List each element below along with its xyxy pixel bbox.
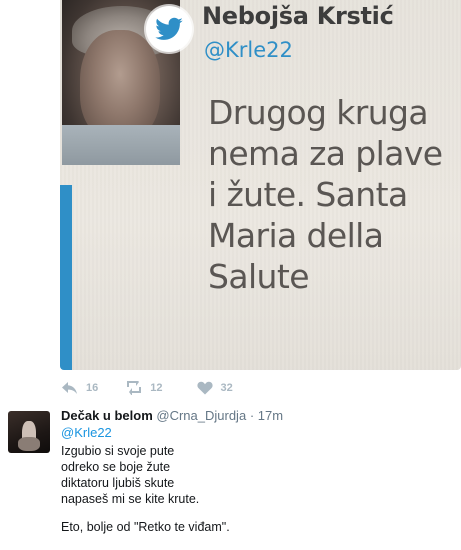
reply-button[interactable]: 16 bbox=[62, 381, 98, 395]
retweet-count: 12 bbox=[150, 382, 163, 394]
reply-text: Izgubio si svoje pute odreko se boje žut… bbox=[61, 443, 199, 507]
printed-line: Salute bbox=[208, 257, 310, 296]
like-count: 32 bbox=[220, 382, 233, 394]
reply-author-name[interactable]: Dečak u belom bbox=[61, 408, 153, 423]
reply-line: diktatoru ljubiš skute bbox=[61, 476, 175, 490]
reply-author-handle[interactable]: @Crna_Djurdja bbox=[156, 408, 246, 423]
printed-line: i žute. Santa bbox=[208, 175, 408, 214]
retweet-icon bbox=[127, 381, 142, 395]
reply-line: napaseš mi se kite krute. bbox=[61, 492, 200, 506]
tweet-photo[interactable]: Nebojša Krstić @Krle22 Drugog kruga nema… bbox=[60, 0, 461, 370]
blue-strip bbox=[60, 185, 72, 370]
reply-line: odreko se boje žute bbox=[61, 460, 171, 474]
avatar[interactable] bbox=[8, 411, 50, 453]
reply-header: Dečak u belom @Crna_Djurdja · 17m bbox=[61, 408, 283, 423]
printed-line: Maria della bbox=[208, 216, 384, 255]
reply-count: 16 bbox=[86, 382, 99, 394]
mention-link[interactable]: @Krle22 bbox=[61, 425, 112, 440]
printed-line: nema za plave bbox=[208, 134, 443, 173]
twitter-bird-icon bbox=[146, 6, 192, 52]
tweet-actions: 16 12 32 bbox=[62, 378, 233, 398]
retweet-button[interactable]: 12 bbox=[126, 381, 163, 395]
reply-timestamp[interactable]: 17m bbox=[258, 408, 283, 423]
like-button[interactable]: 32 bbox=[196, 381, 233, 395]
reply-closing-line: Eto, bolje od "Retko te viđam". bbox=[61, 520, 230, 534]
printed-author-handle: @Krle22 bbox=[204, 38, 293, 62]
printed-line: Drugog kruga bbox=[208, 93, 429, 132]
reply-line: Izgubio si svoje pute bbox=[61, 444, 175, 458]
heart-icon bbox=[196, 381, 213, 395]
separator-dot: · bbox=[249, 408, 255, 423]
printed-author-name: Nebojša Krstić bbox=[202, 2, 394, 30]
printed-tweet-text: Drugog kruga nema za plave i žute. Santa… bbox=[208, 92, 453, 297]
reply-icon bbox=[62, 382, 77, 394]
